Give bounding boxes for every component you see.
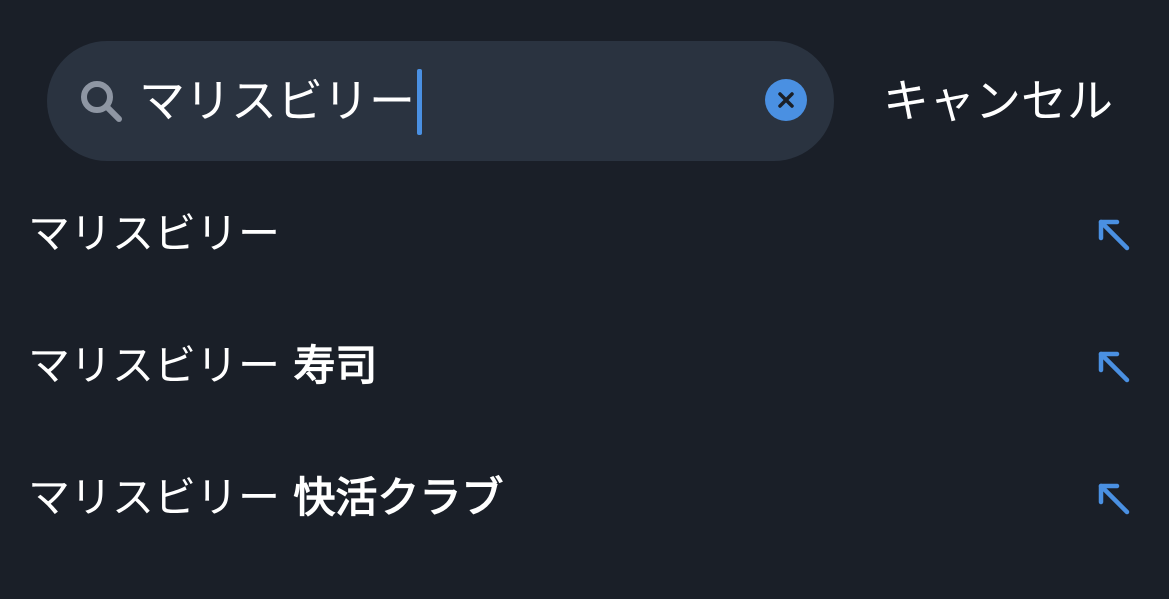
arrow-up-left-icon[interactable]	[1095, 480, 1131, 516]
suggestion-item[interactable]: マリスビリー 寿司	[0, 300, 1169, 432]
arrow-up-left-icon[interactable]	[1095, 216, 1131, 252]
text-caret	[417, 68, 422, 135]
suggestion-prefix: マリスビリー	[28, 341, 294, 390]
suggestion-prefix: マリスビリー	[28, 209, 281, 258]
search-screen: マリスビリー キャンセル マリスビリー マリスビリー 寿司 マリスビリー 快活ク…	[0, 0, 1169, 599]
suggestion-label: マリスビリー 快活クラブ	[28, 466, 503, 530]
clear-icon	[778, 92, 794, 108]
suggestion-prefix: マリスビリー	[28, 473, 294, 522]
suggestion-suffix: 快活クラブ	[293, 473, 504, 522]
suggestion-label: マリスビリー	[28, 202, 280, 266]
suggestion-list: マリスビリー マリスビリー 寿司 マリスビリー 快活クラブ	[0, 168, 1169, 564]
search-query-text: マリスビリー	[139, 74, 415, 128]
suggestion-suffix: 寿司	[293, 341, 378, 390]
search-bar-row: マリスビリー キャンセル	[47, 41, 1147, 161]
clear-search-button[interactable]	[765, 79, 807, 121]
suggestion-item[interactable]: マリスビリー	[0, 168, 1169, 300]
arrow-up-left-icon[interactable]	[1095, 348, 1131, 384]
search-input[interactable]: マリスビリー	[139, 68, 422, 135]
cancel-button[interactable]: キャンセル	[883, 71, 1113, 131]
suggestion-label: マリスビリー 寿司	[28, 334, 377, 398]
suggestion-item[interactable]: マリスビリー 快活クラブ	[0, 432, 1169, 564]
search-field[interactable]: マリスビリー	[47, 41, 834, 161]
search-icon	[81, 81, 122, 122]
